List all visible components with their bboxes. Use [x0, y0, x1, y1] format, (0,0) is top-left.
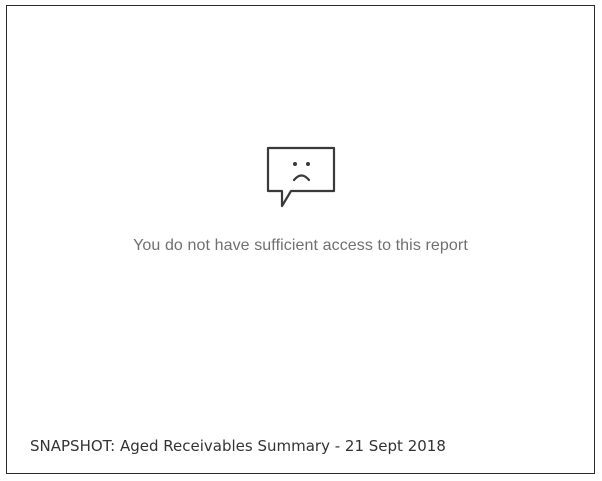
sad-speech-bubble-icon	[265, 145, 337, 211]
access-message: You do not have sufficient access to thi…	[133, 237, 468, 254]
snapshot-caption: SNAPSHOT: Aged Receivables Summary - 21 …	[30, 437, 446, 455]
report-panel: You do not have sufficient access to thi…	[6, 5, 595, 474]
access-denied-state: You do not have sufficient access to thi…	[7, 145, 594, 255]
